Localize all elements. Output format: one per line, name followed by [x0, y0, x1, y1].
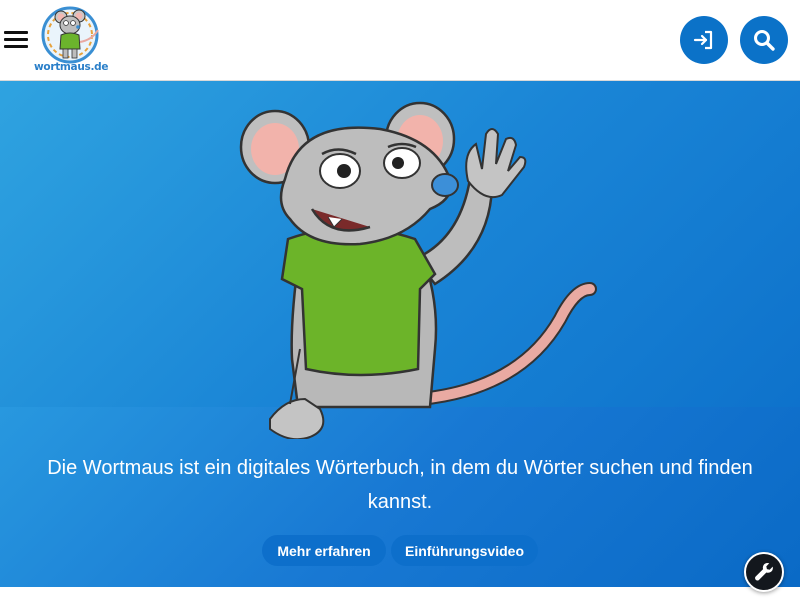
learn-more-button[interactable]: Mehr erfahren — [262, 535, 386, 566]
site-header: wortmaus.de — [0, 0, 800, 81]
hero-section: Die Wortmaus ist ein digitales Wörterbuc… — [0, 81, 800, 587]
mascot-mouse-illustration — [239, 101, 597, 439]
intro-video-button[interactable]: Einführungsvideo — [391, 535, 538, 566]
wrench-icon — [755, 563, 773, 581]
site-logo[interactable]: wortmaus.de — [34, 4, 109, 76]
search-button[interactable] — [740, 16, 788, 64]
hero-tagline: Die Wortmaus ist ein digitales Wörterbuc… — [47, 457, 753, 513]
logo-mouse-icon — [41, 6, 99, 64]
tools-button[interactable] — [744, 552, 784, 592]
search-icon — [754, 30, 775, 51]
login-button[interactable] — [680, 16, 728, 64]
hamburger-menu-icon[interactable] — [2, 28, 30, 52]
logo-text: wortmaus.de — [34, 61, 109, 73]
login-icon — [693, 30, 713, 50]
